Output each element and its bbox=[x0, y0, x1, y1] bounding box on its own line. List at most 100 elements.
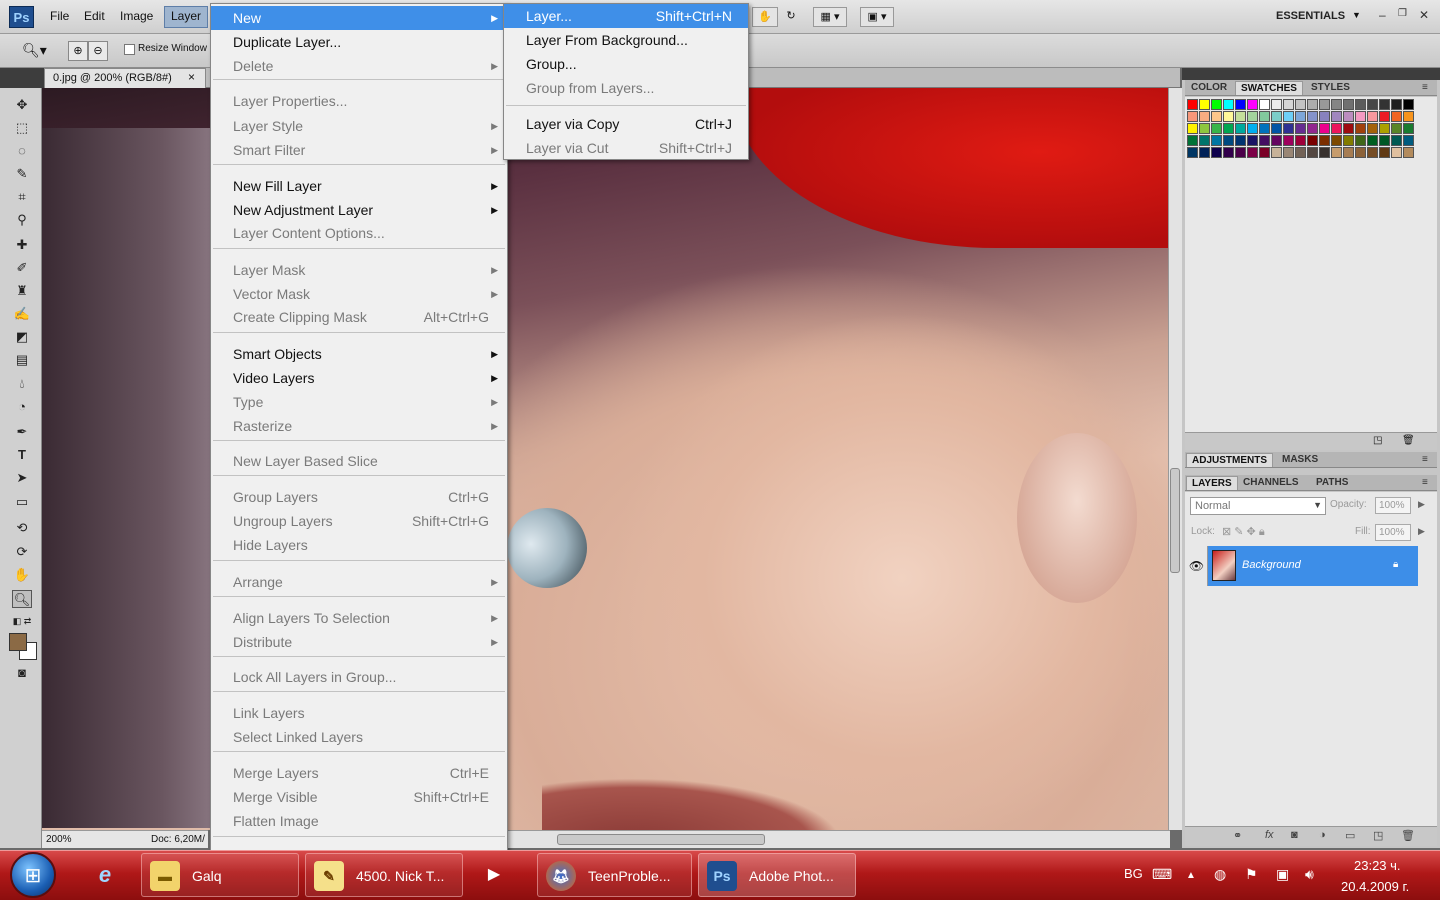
color-swatch[interactable] bbox=[1259, 99, 1270, 110]
color-swatch[interactable] bbox=[1271, 111, 1282, 122]
canvas-vertical-scrollbar[interactable] bbox=[1168, 88, 1182, 830]
arrange-documents-icon[interactable]: ▦ ▾ bbox=[813, 7, 847, 27]
zoom-in-icon[interactable]: ⊕ bbox=[68, 41, 88, 61]
close-icon[interactable]: × bbox=[188, 70, 195, 84]
color-swatch[interactable] bbox=[1391, 111, 1402, 122]
color-swatch[interactable] bbox=[1319, 135, 1330, 146]
color-swatch[interactable] bbox=[1271, 135, 1282, 146]
screen-mode-icon[interactable]: ▣ ▾ bbox=[860, 7, 894, 27]
layer-menu-item-smart-objects[interactable]: Smart Objects ▶ bbox=[211, 342, 507, 366]
canvas-horizontal-scroll-thumb[interactable] bbox=[557, 834, 765, 845]
quick-select-tool-icon[interactable]: ✎ bbox=[12, 165, 32, 183]
panel-dock-header[interactable] bbox=[1182, 68, 1440, 80]
action-center-flag-icon[interactable]: ⚑ bbox=[1245, 866, 1258, 883]
menu-image[interactable]: Image bbox=[120, 9, 153, 23]
new-group-icon[interactable]: ▭ bbox=[1345, 829, 1355, 842]
color-swatch[interactable] bbox=[1187, 123, 1198, 134]
eyedropper-tool-icon[interactable]: ⚲ bbox=[12, 211, 32, 229]
color-swatch[interactable] bbox=[1343, 147, 1354, 158]
color-swatch[interactable] bbox=[1355, 111, 1366, 122]
color-swatch[interactable] bbox=[1331, 123, 1342, 134]
lasso-tool-icon[interactable]: ◌ bbox=[12, 142, 32, 160]
layer-row-background[interactable] bbox=[1208, 546, 1418, 586]
type-tool-icon[interactable]: T bbox=[12, 446, 32, 464]
color-swatch[interactable] bbox=[1199, 123, 1210, 134]
color-swatch[interactable] bbox=[1223, 135, 1234, 146]
color-swatch[interactable] bbox=[1343, 99, 1354, 110]
chevron-down-icon[interactable]: ▼ bbox=[1352, 10, 1361, 20]
menu-layer[interactable]: Layer bbox=[171, 9, 201, 23]
dodge-tool-icon[interactable]: ◔ bbox=[12, 398, 32, 416]
quick-mask-icon[interactable]: ◙ bbox=[12, 664, 32, 682]
tab-color[interactable]: COLOR bbox=[1186, 81, 1232, 94]
link-layers-icon[interactable]: ⚭ bbox=[1233, 829, 1242, 842]
new-submenu-item-layer[interactable]: Layer... Shift+Ctrl+N bbox=[504, 4, 748, 28]
color-swatch[interactable] bbox=[1343, 111, 1354, 122]
color-swatch[interactable] bbox=[1247, 111, 1258, 122]
color-swatch[interactable] bbox=[1247, 99, 1258, 110]
color-swatch[interactable] bbox=[1283, 99, 1294, 110]
color-swatch[interactable] bbox=[1367, 123, 1378, 134]
fill-field[interactable]: 100% bbox=[1375, 524, 1411, 541]
color-swatch[interactable] bbox=[1211, 99, 1222, 110]
layer-menu-item-new[interactable]: New ▶ bbox=[211, 6, 507, 30]
new-submenu-item-layer-via-copy[interactable]: Layer via Copy Ctrl+J bbox=[504, 112, 748, 136]
zoom-out-icon[interactable]: ⊖ bbox=[88, 41, 108, 61]
color-swatch[interactable] bbox=[1211, 147, 1222, 158]
color-swatch[interactable] bbox=[1295, 111, 1306, 122]
color-swatch[interactable] bbox=[1295, 123, 1306, 134]
color-swatch[interactable] bbox=[1403, 123, 1414, 134]
menu-edit[interactable]: Edit bbox=[84, 9, 105, 23]
restore-icon[interactable]: ❐ bbox=[1398, 8, 1407, 19]
color-swatch[interactable] bbox=[1307, 123, 1318, 134]
color-swatch[interactable] bbox=[1199, 147, 1210, 158]
color-swatch[interactable] bbox=[1331, 147, 1342, 158]
color-swatch[interactable] bbox=[1211, 123, 1222, 134]
color-swatch[interactable] bbox=[1271, 147, 1282, 158]
tab-adjustments[interactable]: ADJUSTMENTS bbox=[1186, 453, 1274, 467]
color-swatch[interactable] bbox=[1403, 99, 1414, 110]
pen-tool-icon[interactable]: ✒ bbox=[12, 423, 32, 441]
color-swatch[interactable] bbox=[1307, 111, 1318, 122]
color-swatch[interactable] bbox=[1331, 111, 1342, 122]
media-player-icon[interactable]: ▶ bbox=[474, 855, 514, 895]
color-swatch[interactable] bbox=[1283, 147, 1294, 158]
trash-icon[interactable]: 🗑︎ bbox=[1402, 435, 1415, 446]
panel-menu-icon[interactable]: ≡ bbox=[1417, 81, 1433, 94]
panel-menu-icon[interactable]: ≡ bbox=[1417, 453, 1433, 466]
gradient-tool-icon[interactable]: ▤ bbox=[12, 351, 32, 369]
color-swatch[interactable] bbox=[1283, 111, 1294, 122]
canvas-vertical-scroll-thumb[interactable] bbox=[1170, 468, 1180, 573]
new-swatch-icon[interactable]: ◳ bbox=[1373, 435, 1382, 446]
color-swatch[interactable] bbox=[1343, 123, 1354, 134]
color-swatch[interactable] bbox=[1331, 135, 1342, 146]
taskbar-button-nick[interactable]: ✎ 4500. Nick T... bbox=[305, 853, 463, 897]
color-swatch[interactable] bbox=[1247, 123, 1258, 134]
lock-icons[interactable]: ⊠ ✎ ✥ 🔒︎ bbox=[1222, 525, 1265, 539]
fx-icon[interactable]: fx bbox=[1265, 829, 1274, 841]
color-swatch[interactable] bbox=[1295, 99, 1306, 110]
color-swatch[interactable] bbox=[1187, 147, 1198, 158]
minimize-icon[interactable]: – bbox=[1379, 8, 1386, 22]
history-brush-tool-icon[interactable]: ✍ bbox=[12, 305, 32, 323]
close-icon[interactable]: ✕ bbox=[1419, 8, 1429, 22]
color-swatch[interactable] bbox=[1403, 135, 1414, 146]
color-swatch[interactable] bbox=[1379, 135, 1390, 146]
add-mask-icon[interactable]: ◙ bbox=[1291, 829, 1298, 841]
show-hidden-icons-icon[interactable]: ▲ bbox=[1186, 870, 1196, 881]
tab-styles[interactable]: STYLES bbox=[1306, 81, 1355, 94]
zoom-level-field[interactable]: 200% bbox=[46, 834, 72, 845]
color-swatch[interactable] bbox=[1391, 135, 1402, 146]
panel-menu-icon[interactable]: ≡ bbox=[1417, 476, 1433, 489]
color-swatch[interactable] bbox=[1211, 111, 1222, 122]
internet-explorer-icon[interactable]: e bbox=[85, 855, 125, 895]
color-swatch[interactable] bbox=[1259, 111, 1270, 122]
taskbar-button-photoshop[interactable]: Ps Adobe Phot... bbox=[698, 853, 856, 897]
start-button[interactable]: ⊞ bbox=[10, 852, 56, 898]
color-swatch[interactable] bbox=[1319, 123, 1330, 134]
color-swatch[interactable] bbox=[1391, 99, 1402, 110]
network-icon[interactable]: ▣ bbox=[1276, 866, 1289, 883]
volume-icon[interactable]: 🔊︎ bbox=[1305, 866, 1314, 883]
hand-tool-icon[interactable]: ✋ bbox=[12, 566, 32, 584]
color-swatch[interactable] bbox=[1367, 147, 1378, 158]
